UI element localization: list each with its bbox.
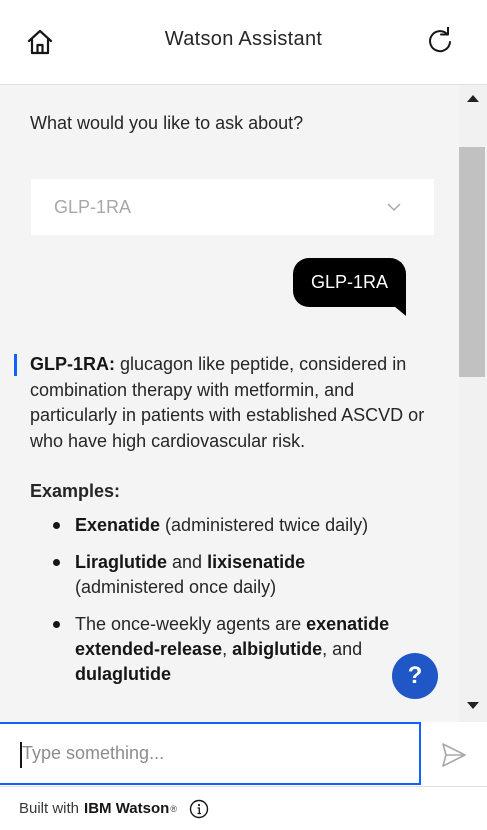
topic-dropdown[interactable]: GLP-1RA xyxy=(31,179,434,235)
restart-icon xyxy=(429,27,451,53)
input-area xyxy=(0,722,487,786)
list-item: Exenatide (administered twice daily) xyxy=(50,513,430,538)
info-icon[interactable] xyxy=(189,799,209,819)
dropdown-selected-value: GLP-1RA xyxy=(54,196,132,217)
drug-note: (administered twice daily) xyxy=(160,515,369,535)
message-input-container[interactable] xyxy=(0,722,421,785)
drug-name: dulaglutide xyxy=(75,664,171,684)
drug-name: Exenatide xyxy=(75,515,161,535)
examples-heading: Examples: xyxy=(30,481,121,501)
watson-assistant-widget: Watson Assistant What would you like to … xyxy=(0,0,487,830)
footer: Built with IBM Watson ® xyxy=(0,786,487,830)
restart-button[interactable] xyxy=(420,22,460,62)
drug-name: lixisenatide xyxy=(207,552,306,572)
drug-note: (administered once daily) xyxy=(75,577,277,597)
examples-list: Exenatide (administered twice daily) Lir… xyxy=(50,513,430,699)
example-text: The once-weekly agents are xyxy=(75,614,307,634)
message-list: What would you like to ask about? GLP-1R… xyxy=(0,85,487,722)
separator: , and xyxy=(322,639,363,659)
send-icon xyxy=(442,743,466,767)
footer-prefix: Built with xyxy=(19,800,80,817)
footer-brand: IBM Watson xyxy=(84,800,170,817)
message-input[interactable] xyxy=(22,743,402,764)
separator: , xyxy=(222,639,233,659)
send-button[interactable] xyxy=(440,741,468,769)
scroll-down-arrow-icon[interactable] xyxy=(467,702,479,709)
conjunction: and xyxy=(167,552,208,572)
drug-name: Liraglutide xyxy=(75,552,168,572)
scrollbar-thumb[interactable] xyxy=(459,147,485,377)
term-label: GLP-1RA: xyxy=(30,354,115,374)
chevron-down-icon xyxy=(387,203,401,212)
bot-message-indicator xyxy=(14,354,17,376)
scroll-up-arrow-icon[interactable] xyxy=(467,95,479,102)
help-button[interactable]: ? xyxy=(392,653,438,699)
header-title: Watson Assistant xyxy=(164,28,323,50)
text-cursor xyxy=(20,742,22,768)
user-message-bubble: GLP-1RA xyxy=(292,258,407,316)
header: Watson Assistant xyxy=(0,0,487,85)
bot-prompt: What would you like to ask about? xyxy=(30,113,304,133)
list-item: Liraglutide and lixisenatide (administer… xyxy=(50,550,430,600)
bot-definition-text: GLP-1RA: glucagon like peptide, consider… xyxy=(30,352,430,454)
drug-name: albiglutide xyxy=(232,639,323,659)
scrollbar[interactable] xyxy=(459,85,487,722)
registered-mark: ® xyxy=(170,803,177,814)
message-scroll-area[interactable]: What would you like to ask about? GLP-1R… xyxy=(0,85,459,722)
list-item: The once-weekly agents are exenatide ext… xyxy=(50,612,430,687)
